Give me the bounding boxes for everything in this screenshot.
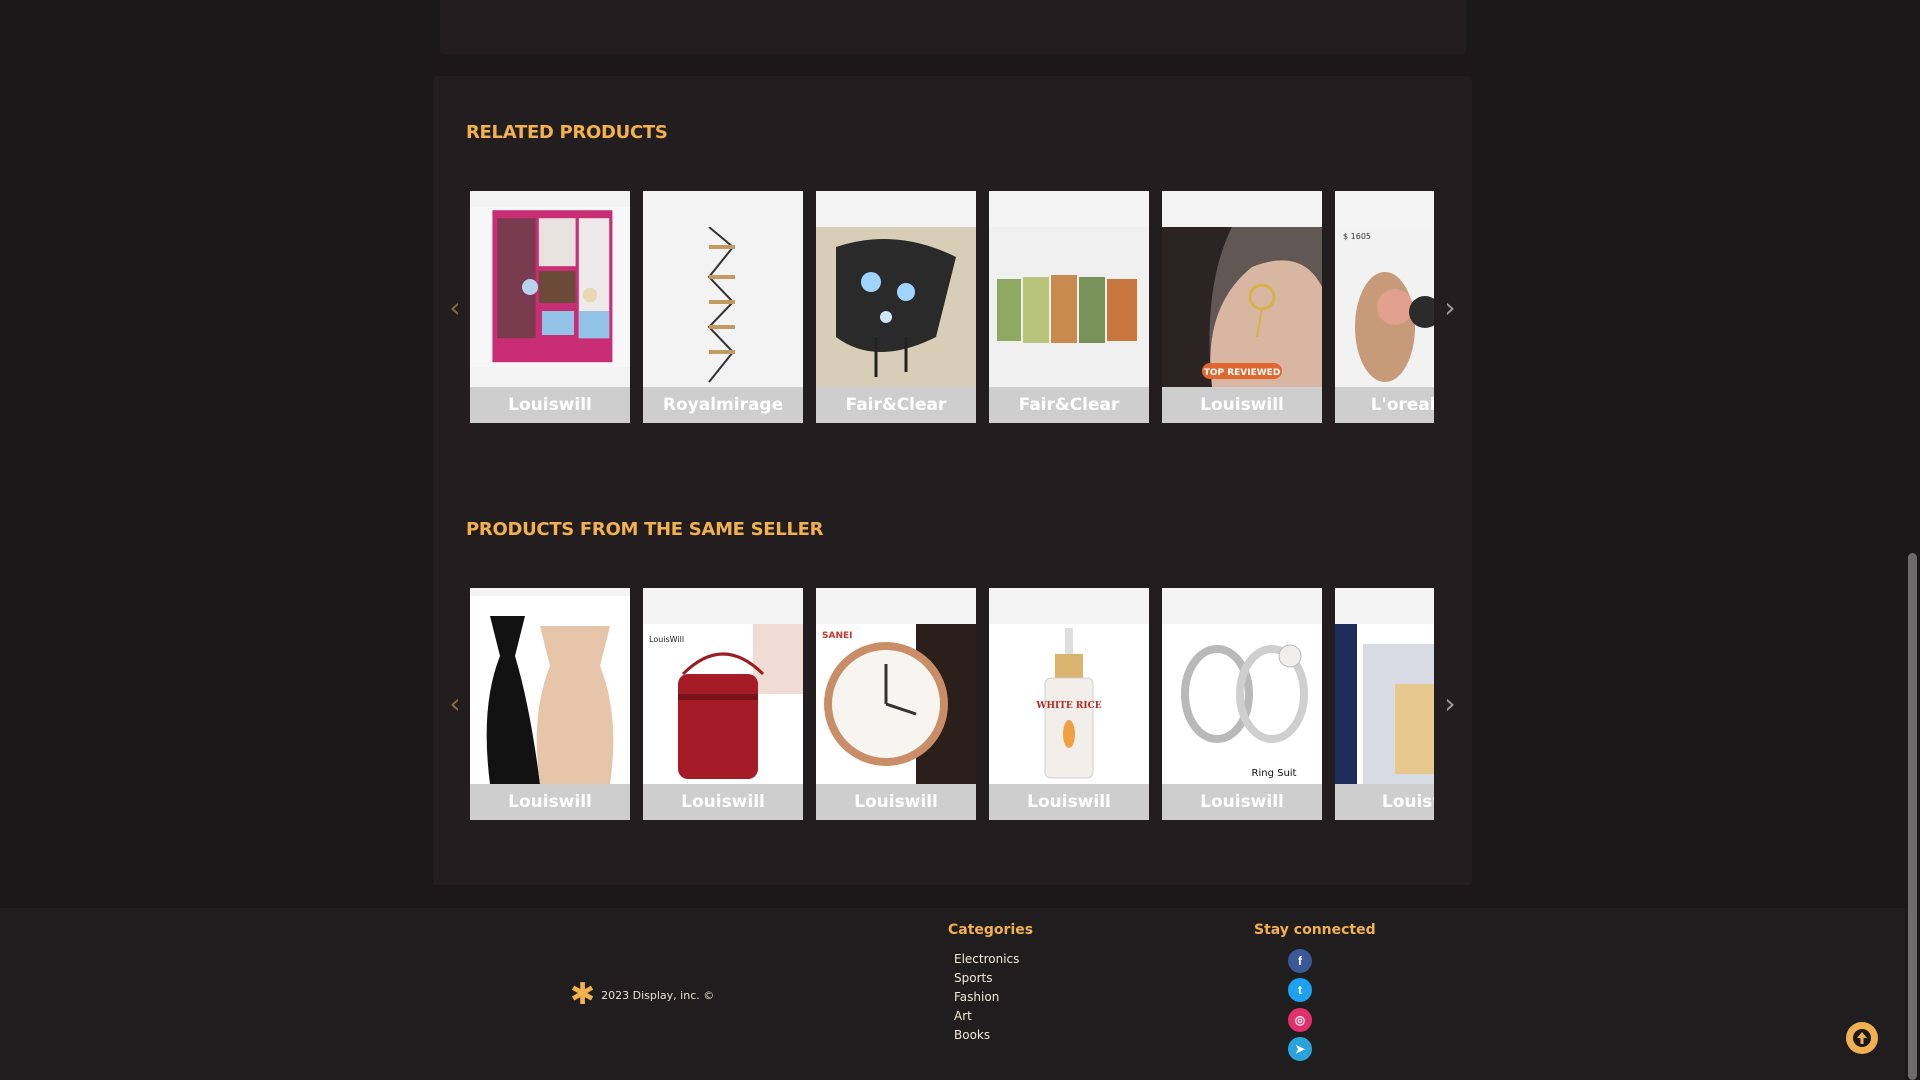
twitter-icon[interactable]: t	[1288, 978, 1312, 1002]
telegram-icon[interactable]: ➤	[1288, 1037, 1312, 1061]
related-next-arrow[interactable]: ›	[1440, 291, 1460, 324]
serum-product-text: WHITE RICE	[1035, 701, 1101, 711]
scroll-to-top-button[interactable]	[1846, 1022, 1878, 1054]
instagram-icon[interactable]: ◎	[1288, 1008, 1312, 1032]
previous-section-panel	[440, 0, 1466, 54]
seller-prev-arrow[interactable]: ‹	[445, 687, 465, 720]
product-brand-label: Fair&Clear	[989, 387, 1149, 423]
arrow-up-icon	[1853, 1029, 1871, 1047]
category-link-art[interactable]: Art	[954, 1007, 1019, 1026]
product-brand-label: Louiswill	[643, 784, 803, 820]
product-brand-label: Fair&Clear	[816, 387, 976, 423]
product-brand-label: Royalmirage	[643, 387, 803, 423]
categories-list: Electronics Sports Fashion Art Books	[954, 950, 1019, 1045]
asterisk-logo-icon: ✱	[570, 978, 596, 1011]
categories-heading: Categories	[948, 922, 1034, 938]
perfume-box-image	[1335, 624, 1434, 784]
related-product-card[interactable]: TOP REVIEWED Louiswill	[1162, 191, 1322, 423]
category-link-sports[interactable]: Sports	[954, 969, 1019, 988]
seller-product-card[interactable]: WHITE RICE Louiswill	[989, 588, 1149, 820]
seller-product-card[interactable]: SANEI Louiswill	[816, 588, 976, 820]
serum-bottle-image: WHITE RICE	[989, 624, 1149, 784]
watch-brand-text: SANEI	[822, 631, 852, 641]
product-brand-label: Louiswill	[1162, 784, 1322, 820]
silver-rings-image: Ring Suit	[1162, 624, 1322, 784]
category-link-electronics[interactable]: Electronics	[954, 950, 1019, 969]
ring-caption-text: Ring Suit	[1252, 768, 1297, 779]
page-scrollbar[interactable]	[1905, 0, 1920, 1080]
related-product-card[interactable]: Louiswill	[470, 191, 630, 423]
seller-product-card[interactable]: Louisw	[1335, 588, 1434, 820]
top-reviewed-badge: TOP REVIEWED	[1204, 368, 1281, 378]
perfume-bottles-image	[989, 227, 1149, 387]
related-product-card[interactable]: Royalmirage	[643, 191, 803, 423]
related-prev-arrow[interactable]: ‹	[445, 291, 465, 324]
related-carousel: Louiswill Royalmirage Fair&Clear Fair&Cl…	[470, 191, 1434, 423]
wall-lamp-image	[816, 227, 976, 387]
camisole-image	[470, 596, 630, 784]
wristwatch-image: SANEI	[816, 624, 976, 784]
seller-products-title: PRODUCTS FROM THE SAME SELLER	[466, 519, 824, 540]
category-link-fashion[interactable]: Fashion	[954, 988, 1019, 1007]
facebook-icon[interactable]: f	[1288, 949, 1312, 973]
sandals-image: $ 1605	[1335, 227, 1434, 387]
seller-product-card[interactable]: LouisWill Louiswill	[643, 588, 803, 820]
bag-brand-text: LouisWill	[649, 635, 684, 644]
stay-connected-heading: Stay connected	[1254, 922, 1376, 938]
scrollbar-thumb[interactable]	[1908, 553, 1917, 1080]
wall-shelf-image	[643, 227, 803, 387]
product-brand-label: Louiswill	[1162, 387, 1322, 423]
product-brand-label: Louiswill	[989, 784, 1149, 820]
crossbody-bag-image: LouisWill	[643, 624, 803, 784]
seller-product-card[interactable]: Louiswill	[470, 588, 630, 820]
related-product-card[interactable]: $ 1605 L'orealpa	[1335, 191, 1434, 423]
product-brand-label: Louiswill	[470, 784, 630, 820]
footer-brand: ✱ 2023 Display, inc. ©	[570, 980, 714, 1010]
product-brand-label: L'orealpa	[1335, 387, 1434, 423]
product-brand-label: Louisw	[1335, 784, 1434, 820]
seller-carousel: Louiswill LouisWill Louiswill SANEI Loui…	[470, 588, 1434, 820]
wardrobe-image	[470, 207, 630, 367]
related-products-title: RELATED PRODUCTS	[466, 122, 668, 143]
product-brand-label: Louiswill	[816, 784, 976, 820]
price-tag-text: $ 1605	[1343, 232, 1371, 241]
ear-cuff-image: TOP REVIEWED	[1162, 227, 1322, 387]
seller-product-card[interactable]: Ring Suit Louiswill	[1162, 588, 1322, 820]
product-brand-label: Louiswill	[470, 387, 630, 423]
related-product-card[interactable]: Fair&Clear	[989, 191, 1149, 423]
copyright-text: 2023 Display, inc. ©	[601, 988, 715, 1002]
seller-next-arrow[interactable]: ›	[1440, 687, 1460, 720]
related-product-card[interactable]: Fair&Clear	[816, 191, 976, 423]
category-link-books[interactable]: Books	[954, 1026, 1019, 1045]
